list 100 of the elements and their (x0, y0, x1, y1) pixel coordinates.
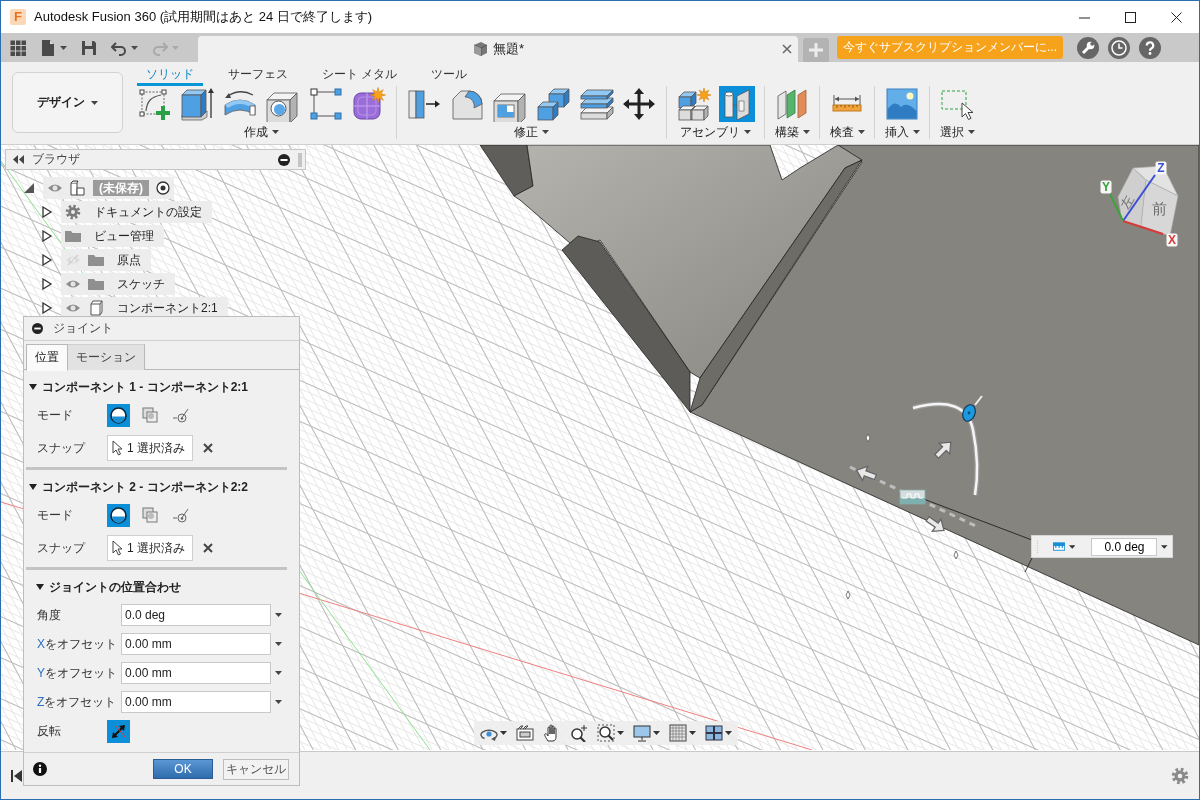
cube-face-label[interactable]: 前 (1151, 200, 1167, 217)
field-label: Yをオフセット (37, 665, 118, 681)
folder-icon (88, 252, 104, 268)
collapsed-triangle-icon[interactable] (41, 278, 53, 290)
window-panes-icon[interactable] (705, 724, 723, 742)
move-arrows-icon[interactable] (621, 86, 657, 122)
caret-icon[interactable] (689, 731, 696, 735)
tree-item-label[interactable]: ドキュメントの設定 (88, 203, 208, 221)
radio-dot-icon[interactable] (156, 181, 170, 195)
clear-icon[interactable] (203, 443, 213, 453)
notched-tile-icon[interactable] (899, 489, 926, 505)
double-triangle-icon[interactable] (13, 155, 24, 164)
app-grid-icon[interactable] (10, 39, 26, 56)
image-icon[interactable] (884, 86, 920, 122)
grip-icon[interactable] (298, 152, 302, 167)
angle-field[interactable]: 0.0 deg (1091, 537, 1158, 556)
tool-group-menu[interactable]: 修正 (514, 125, 549, 140)
save-icon[interactable] (81, 39, 97, 56)
planes-icon[interactable] (774, 86, 810, 122)
file-icon[interactable] (40, 39, 56, 56)
wrench-icon[interactable] (1077, 36, 1099, 59)
value-field[interactable]: 0.00 mm (121, 633, 271, 655)
toolbar-tab[interactable]: ソリッド (137, 62, 203, 86)
square-nodes-icon[interactable] (308, 86, 344, 122)
maximize-icon[interactable] (1124, 11, 1136, 23)
diagonal-arrows-icon[interactable] (107, 720, 130, 743)
collapsed-triangle-icon[interactable] (41, 302, 53, 314)
cancel-button[interactable]: キャンセル (223, 758, 289, 780)
tool-group-menu[interactable]: 構築 (774, 125, 810, 140)
collapsed-triangle-icon[interactable] (41, 206, 53, 218)
collapsed-triangle-icon[interactable] (41, 230, 53, 242)
clear-icon[interactable] (203, 543, 213, 553)
clock-icon[interactable] (1108, 36, 1130, 59)
tool-group-menu[interactable]: 選択 (939, 125, 975, 140)
tool-group-menu[interactable]: 作成 (244, 125, 279, 140)
dialog-tab[interactable]: 位置 (26, 344, 68, 371)
settings-icon[interactable] (1171, 766, 1189, 785)
toolbar-tab[interactable]: サーフェス (219, 62, 297, 86)
caret-icon[interactable] (1068, 544, 1076, 549)
box-arrow-up-icon[interactable] (179, 86, 215, 122)
dialog-tab[interactable]: モーション (68, 344, 145, 370)
toolbar-tab[interactable]: ツール (422, 62, 477, 86)
stacked-slabs-icon[interactable] (578, 86, 614, 122)
value-field[interactable]: 0.00 mm (121, 691, 271, 713)
section-header[interactable]: コンポーネント 1 - コンポーネント2:1 (24, 378, 248, 396)
help-icon[interactable] (1139, 36, 1161, 59)
toolbar-tab[interactable]: シート メタル (313, 62, 407, 86)
caret-icon[interactable] (1161, 544, 1168, 549)
caret-icon[interactable] (131, 45, 138, 50)
caret-icon[interactable] (500, 731, 507, 735)
minus-circle-icon[interactable] (278, 153, 290, 166)
drag-arrow[interactable] (933, 441, 952, 460)
screen-frame-icon[interactable] (516, 724, 534, 742)
drag-arrow[interactable] (925, 515, 945, 533)
tree-item-label[interactable]: ビュー管理 (88, 227, 160, 245)
half-circle-icon[interactable] (107, 404, 130, 427)
close-icon[interactable] (1170, 11, 1182, 23)
tool-group-menu[interactable]: 挿入 (884, 125, 920, 140)
cylinder-panel-icon[interactable] (719, 86, 755, 122)
caret-icon[interactable] (617, 731, 624, 735)
frame-curve-plus-icon[interactable] (136, 86, 172, 122)
selection-button[interactable]: 1 選択済み (107, 535, 193, 561)
caret-icon[interactable] (275, 613, 282, 617)
caret-icon[interactable] (275, 642, 282, 646)
rounded-cube-star-icon[interactable] (351, 86, 387, 122)
tree-item-label[interactable]: コンポーネント2:1 (111, 299, 224, 317)
caret-icon[interactable] (275, 671, 282, 675)
section-header[interactable]: ジョイントの位置合わせ (24, 578, 181, 596)
caret-icon[interactable] (60, 45, 67, 50)
caret-icon[interactable] (275, 700, 282, 704)
caret-icon[interactable] (653, 731, 660, 735)
undo-icon[interactable] (111, 39, 127, 56)
document-tab[interactable]: 無題* (198, 36, 798, 62)
tool-group-menu[interactable]: 検査 (829, 125, 865, 140)
info-icon[interactable] (33, 762, 47, 776)
workspace-menu-button[interactable]: デザイン (12, 72, 123, 133)
skip-start-icon[interactable] (11, 768, 22, 783)
drag-arrow[interactable] (855, 465, 878, 482)
tool-group-menu[interactable]: アセンブリ (680, 125, 751, 140)
value-field[interactable]: 0.0 deg (121, 604, 271, 626)
expanded-triangle-icon[interactable] (23, 182, 35, 194)
zoom-icon[interactable] (570, 724, 588, 742)
rotation-handle[interactable] (962, 395, 983, 422)
minus-circle-icon[interactable] (32, 323, 43, 334)
cursor-icon (112, 540, 123, 556)
view-cube[interactable] (1117, 165, 1179, 237)
rotation-arc[interactable] (912, 401, 980, 496)
section-header[interactable]: コンポーネント 2 - コンポーネント2:2 (24, 478, 248, 496)
value-field[interactable]: 0.00 mm (121, 662, 271, 684)
zoom-window-icon[interactable] (597, 724, 615, 742)
selection-button[interactable]: 1 選択済み (107, 435, 193, 461)
monitor-icon[interactable] (633, 724, 651, 742)
cubes-star-icon[interactable] (676, 86, 712, 122)
tree-item-label[interactable]: スケッチ (111, 275, 171, 293)
tree-item-label[interactable]: 原点 (111, 251, 147, 269)
collapsed-triangle-icon[interactable] (41, 254, 53, 266)
half-circle-icon[interactable] (107, 504, 130, 527)
caret-icon[interactable] (725, 731, 732, 735)
two-cubes-icon[interactable] (535, 86, 571, 122)
ok-button[interactable]: OK (153, 759, 213, 779)
